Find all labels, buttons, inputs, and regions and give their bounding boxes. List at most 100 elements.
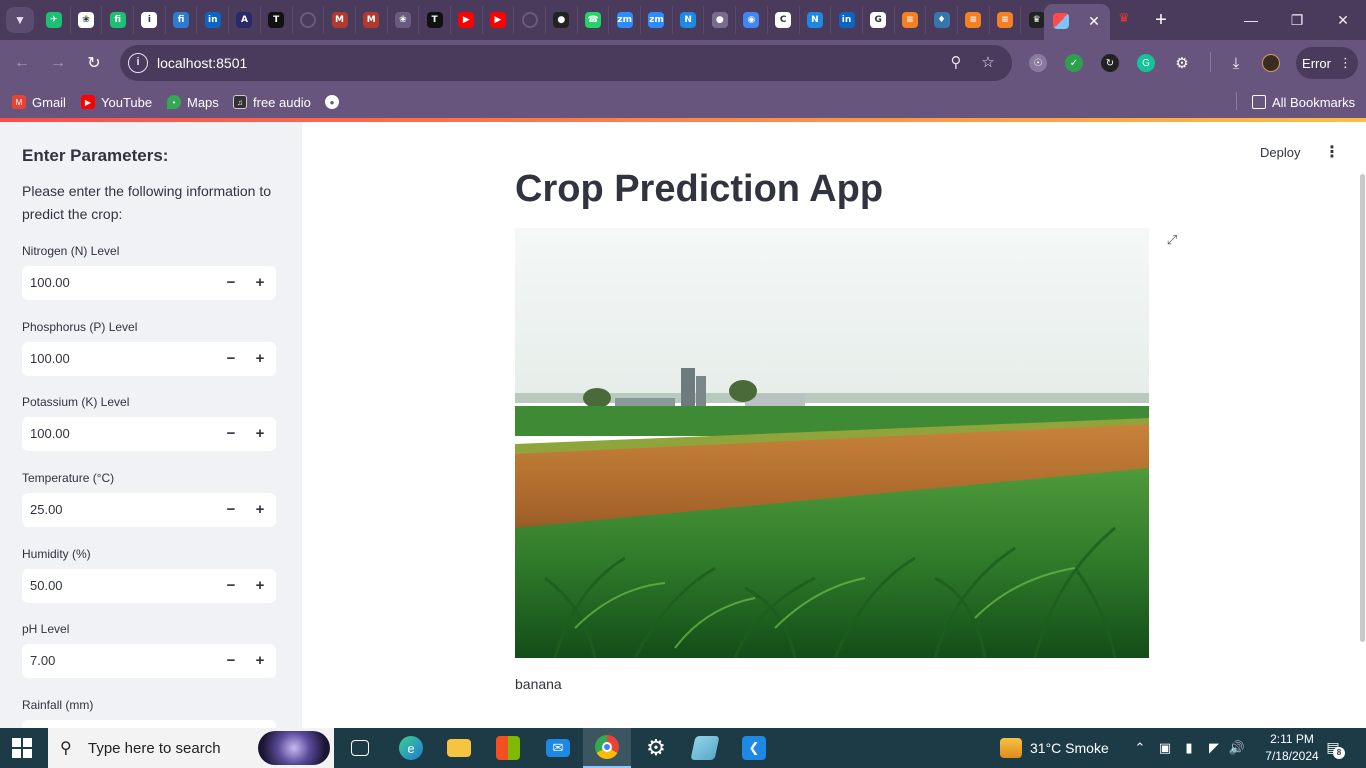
tab-item[interactable]: ♛ [1116,10,1132,26]
reload-button[interactable]: ↻ [81,50,107,76]
bookmark-gmail[interactable]: M Gmail [12,92,66,112]
download-icon[interactable]: ⤓ [1227,54,1245,72]
tab-item[interactable]: C [766,6,799,34]
potassium-value[interactable]: 100.00 [30,426,70,441]
nitrogen-value[interactable]: 100.00 [30,275,70,290]
tab-active[interactable]: ✕ [1044,4,1110,40]
tab-item[interactable]: M [354,6,387,34]
tab-item[interactable]: ● [703,6,735,34]
ph-input[interactable]: 7.00 − + [22,644,276,678]
wifi-icon[interactable]: ◤ [1205,739,1223,757]
show-hidden-icons-button[interactable]: ⌃ [1131,739,1149,757]
main-menu-button[interactable]: ⋮ [1324,142,1340,162]
tab-item[interactable]: N [671,6,704,34]
taskbar-clock[interactable]: 2:11 PM 7/18/2024 [1252,731,1332,765]
increment-button[interactable]: + [247,346,273,372]
task-view-button[interactable] [336,728,384,768]
increment-button[interactable]: + [247,648,273,674]
taskbar-notes-app[interactable] [681,728,729,768]
adblock-extension-icon[interactable]: ✓ [1065,54,1083,72]
ph-value[interactable]: 7.00 [30,653,55,668]
tab-item[interactable]: T [259,6,292,34]
taskbar-mail[interactable]: ✉ [534,728,582,768]
tab-item[interactable] [291,6,324,34]
main-scrollbar[interactable] [1360,174,1365,642]
rainfall-input[interactable] [22,720,276,728]
zoom-icon[interactable]: ⚲ [946,53,966,73]
forward-button[interactable]: → [45,50,71,76]
increment-button[interactable]: + [247,270,273,296]
tab-item[interactable]: zm [608,6,640,34]
tab-item[interactable] [513,6,545,34]
temperature-input[interactable]: 25.00 − + [22,493,276,527]
weather-widget[interactable]: 31°C Smoke [1000,738,1109,758]
avatar[interactable] [1262,54,1280,72]
back-button[interactable]: ← [9,50,35,76]
fullscreen-icon[interactable]: ⤢ [1164,232,1180,248]
window-close-button[interactable]: ✕ [1320,0,1366,40]
decrement-button[interactable]: − [218,497,244,523]
tab-item[interactable]: ▶ [481,6,514,34]
tab-item[interactable]: G [861,6,894,34]
tab-item[interactable]: N [798,6,831,34]
humidity-value[interactable]: 50.00 [30,578,63,593]
decrement-button[interactable]: − [218,346,244,372]
tab-item[interactable]: ≡ [893,6,926,34]
bookmark-youtube[interactable]: ▶ YouTube [81,92,152,112]
taskbar-search-placeholder[interactable]: Type here to search [88,740,221,757]
decrement-button[interactable]: − [218,270,244,296]
tab-item[interactable]: ♦ [925,6,957,34]
volume-icon[interactable]: 🔊 [1228,739,1246,757]
tab-item[interactable]: in [196,6,228,34]
tab-item[interactable]: ✈ [38,6,70,34]
taskbar-chrome[interactable] [583,728,631,768]
nitrogen-input[interactable]: 100.00 − + [22,266,276,300]
extensions-puzzle-icon[interactable]: ⚙ [1173,54,1191,72]
site-info-icon[interactable]: i [128,53,148,73]
tab-item[interactable]: i [133,6,165,34]
taskbar-edge[interactable]: e [387,728,435,768]
url-text[interactable]: localhost:8501 [157,55,247,71]
tab-item[interactable]: A [228,6,260,34]
increment-button[interactable]: + [247,497,273,523]
battery-icon[interactable]: ▮ [1180,739,1198,757]
tab-item[interactable]: M [323,6,355,34]
tab-item[interactable]: ≡ [956,6,989,34]
shield-extension-icon[interactable]: ☉ [1029,54,1047,72]
address-bar[interactable]: i localhost:8501 ⚲ ☆ [120,45,1012,81]
tab-item[interactable]: ❀ [69,6,102,34]
humidity-input[interactable]: 50.00 − + [22,569,276,603]
increment-button[interactable]: + [247,421,273,447]
tab-item[interactable]: fi [164,6,197,34]
decrement-button[interactable]: − [218,648,244,674]
tab-item[interactable]: ☎ [576,6,609,34]
taskbar-store[interactable] [484,728,532,768]
taskbar-settings[interactable]: ⚙ [632,728,680,768]
phosphorus-value[interactable]: 100.00 [30,351,70,366]
grammarly-extension-icon[interactable]: G [1137,54,1155,72]
tab-item[interactable]: in [830,6,862,34]
taskbar-search[interactable]: ⚲ Type here to search [48,728,334,768]
tab-item[interactable]: ≡ [988,6,1021,34]
taskbar-file-explorer[interactable] [435,728,483,768]
tab-item[interactable]: ● [545,6,577,34]
taskbar-vscode[interactable]: ❮ [730,728,778,768]
decrement-button[interactable]: − [218,573,244,599]
deploy-button[interactable]: Deploy [1260,145,1300,160]
tab-item[interactable]: T [418,6,450,34]
tab-search-button[interactable]: ▼ [6,7,34,33]
phosphorus-input[interactable]: 100.00 − + [22,342,276,376]
start-button[interactable] [12,738,32,758]
new-tab-button[interactable]: + [1150,6,1172,34]
bookmark-globe[interactable]: ● [325,92,339,112]
temperature-value[interactable]: 25.00 [30,502,63,517]
tab-item[interactable]: zm [640,6,672,34]
restore-button[interactable]: ❐ [1274,0,1320,40]
bookmark-free-audio[interactable]: ♫ free audio [233,92,311,112]
tab-item[interactable]: fi [101,6,133,34]
profile-error-button[interactable]: Error ⋮ [1296,47,1358,79]
decrement-button[interactable]: − [218,421,244,447]
all-bookmarks-button[interactable]: All Bookmarks [1252,92,1355,112]
increment-button[interactable]: + [247,573,273,599]
tab-item[interactable]: ◉ [735,6,767,34]
